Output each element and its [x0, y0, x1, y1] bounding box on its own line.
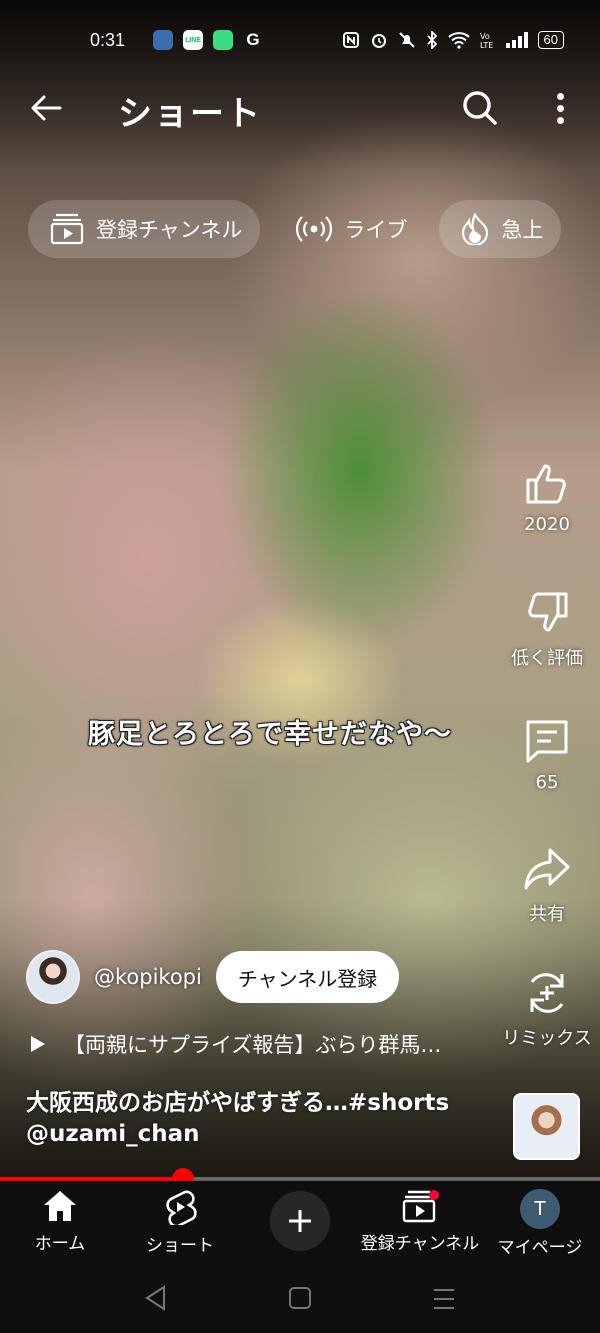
alarm-icon: [371, 34, 386, 48]
channel-row: @kopikopi チャンネル登録: [26, 950, 400, 1004]
signal-icon: [505, 32, 528, 48]
chip-label: 急上: [501, 218, 544, 242]
video-title-line: 大阪西成のお店がやばすぎる…#shorts: [26, 1090, 450, 1116]
avatar-app-icon: [153, 30, 174, 50]
video-caption-overlay: 豚足とろとろで幸せだなや〜: [88, 719, 452, 750]
wifi-icon: [447, 32, 470, 49]
channel-avatar[interactable]: [26, 950, 80, 1004]
create-button[interactable]: [270, 1191, 330, 1251]
chip-label: ライブ: [344, 218, 408, 242]
system-back-icon[interactable]: [144, 1285, 168, 1311]
filter-chips: 登録チャンネル ライブ 急上: [28, 200, 600, 258]
remix-button[interactable]: リミックス: [500, 968, 594, 1050]
plus-icon: [289, 1210, 311, 1232]
related-video-title: 【両親にサプライズ報告】ぶらり群馬…: [64, 1033, 442, 1057]
video-title-line: @uzami_chan: [26, 1121, 200, 1147]
share-label: 共有: [529, 904, 565, 925]
google-app-icon: G: [246, 30, 260, 49]
remix-icon: [530, 973, 564, 1013]
bottom-navigation: ホーム ショート 登録チャンネル T マイページ: [0, 1181, 600, 1263]
svg-text:LTE: LTE: [480, 41, 493, 49]
more-dot-icon: [556, 116, 564, 124]
status-bar: 0:31 LINE G Vo LTE 60: [0, 18, 600, 62]
video-title[interactable]: 大阪西成のお店がやばすぎる…#shorts @uzami_chan: [26, 1088, 506, 1150]
more-options-button[interactable]: [545, 86, 575, 130]
account-avatar: T: [520, 1189, 560, 1229]
thumbs-down-icon: [528, 592, 568, 632]
bluetooth-icon: [426, 31, 437, 49]
play-icon: [31, 1036, 45, 1052]
system-home-icon[interactable]: [288, 1286, 312, 1310]
nav-subscriptions[interactable]: 登録チャンネル: [360, 1189, 480, 1254]
more-dot-icon: [556, 104, 564, 112]
shorts-icon: [166, 1190, 197, 1225]
svg-text:Vo: Vo: [480, 32, 490, 41]
status-time: 0:31: [90, 29, 126, 50]
chip-label: 登録チャンネル: [96, 218, 243, 242]
comments-button[interactable]: 65: [500, 716, 594, 793]
more-dot-icon: [556, 92, 564, 100]
related-video-link[interactable]: 【両親にサプライズ報告】ぶらり群馬…: [30, 1026, 490, 1062]
live-icon: [296, 216, 333, 242]
share-button[interactable]: 共有: [500, 844, 594, 926]
notification-icons: LINE G: [153, 30, 263, 50]
arrow-back-icon: [31, 95, 62, 121]
line-app-icon: LINE: [183, 30, 204, 50]
system-recents-icon[interactable]: [432, 1288, 456, 1310]
trending-icon: [462, 213, 489, 245]
battery-indicator: 60: [537, 31, 564, 49]
home-icon: [44, 1191, 76, 1221]
messaging-app-icon: [213, 30, 234, 50]
nfc-icon: [342, 32, 359, 48]
nav-you[interactable]: T マイページ: [480, 1189, 600, 1258]
chip-live[interactable]: ライブ: [274, 200, 425, 258]
nav-label: ショート: [146, 1236, 214, 1256]
system-navigation-bar: [0, 1263, 600, 1333]
comment-icon: [526, 720, 568, 763]
thumbs-up-icon: [526, 464, 566, 504]
like-button[interactable]: 2020: [500, 458, 594, 535]
sound-thumbnail[interactable]: [513, 1093, 580, 1160]
dislike-label: 低く評価: [511, 648, 583, 669]
nav-shorts[interactable]: ショート: [120, 1189, 240, 1256]
nav-label: ホーム: [34, 1234, 86, 1254]
channel-name[interactable]: @kopikopi: [94, 965, 202, 989]
volte-icon: VoLTE: [480, 32, 493, 49]
search-icon: [463, 91, 497, 125]
chip-subscriptions[interactable]: 登録チャンネル: [28, 200, 261, 258]
back-button[interactable]: [26, 88, 66, 128]
search-button[interactable]: [460, 88, 500, 128]
subscribe-button[interactable]: チャンネル登録: [215, 951, 400, 1003]
mute-icon: [398, 32, 415, 48]
dislike-button[interactable]: 低く評価: [500, 588, 594, 670]
comment-count: 65: [535, 772, 559, 793]
subscriptions-icon: [50, 213, 84, 245]
like-count: 2020: [524, 514, 570, 535]
nav-label: 登録チャンネル: [360, 1234, 480, 1254]
nav-label: マイページ: [497, 1238, 583, 1258]
chip-trending[interactable]: 急上: [439, 200, 562, 258]
share-icon: [524, 848, 570, 890]
nav-home[interactable]: ホーム: [0, 1189, 120, 1254]
system-indicators: Vo LTE 60: [342, 31, 564, 49]
shorts-header: ショート: [0, 78, 600, 138]
subscriptions-icon: [402, 1190, 439, 1223]
page-title: ショート: [118, 94, 262, 134]
remix-label: リミックス: [502, 1028, 592, 1049]
